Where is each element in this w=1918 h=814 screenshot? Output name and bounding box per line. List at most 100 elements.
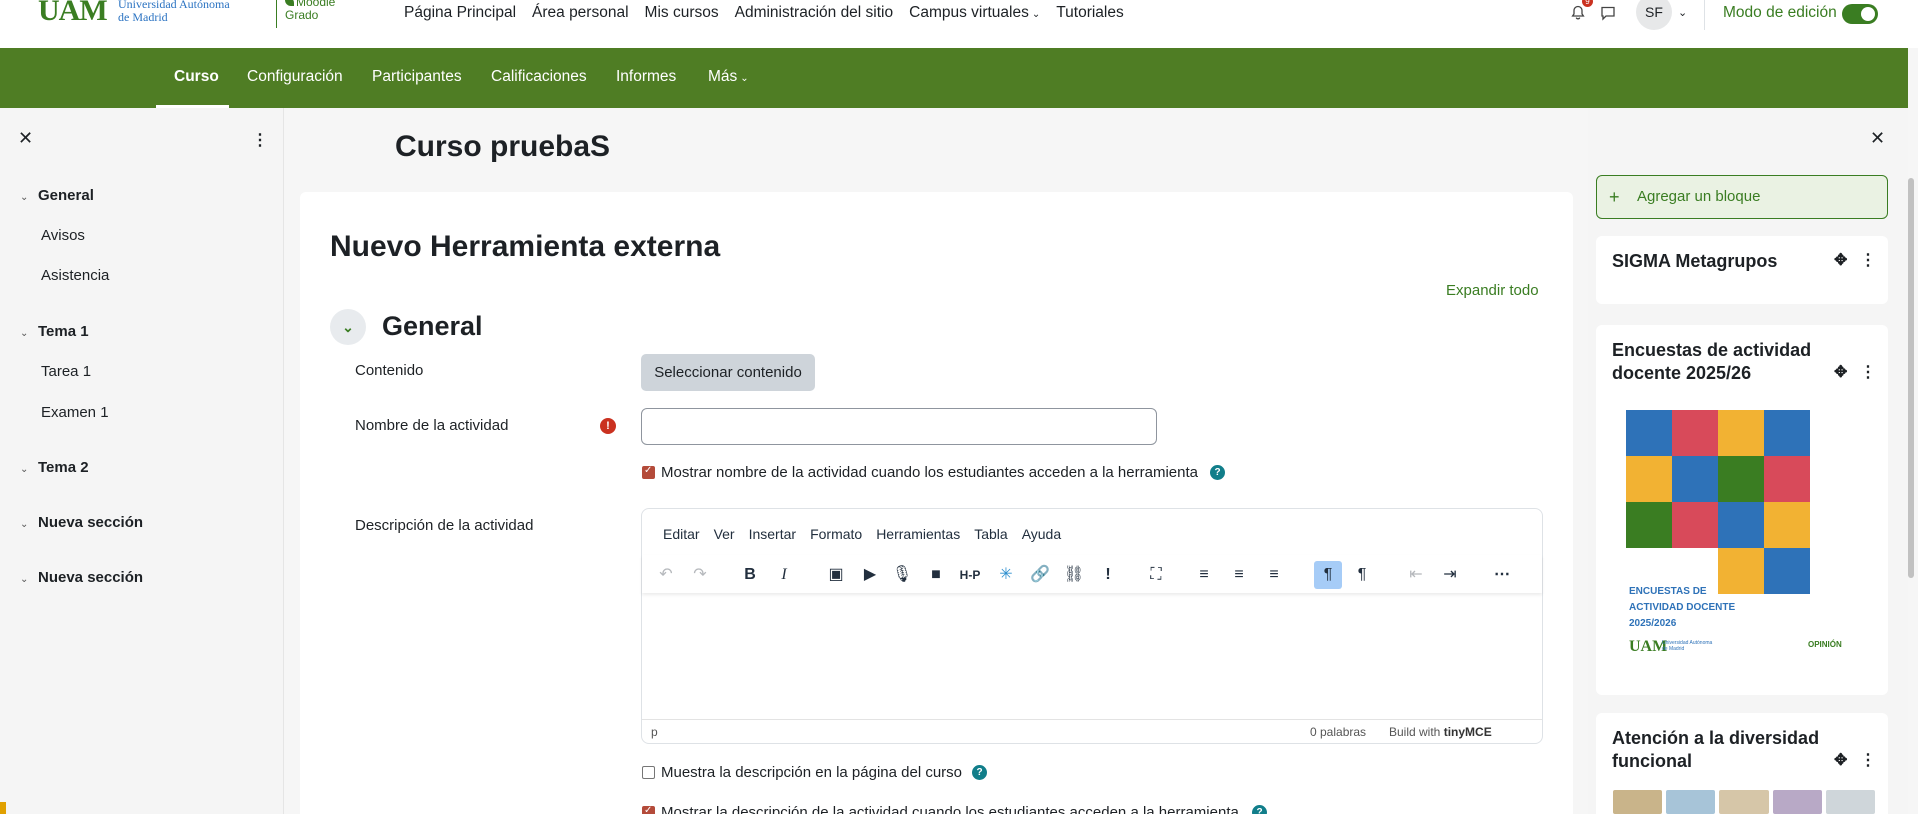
add-block-button[interactable]: + Agregar un bloque: [1596, 175, 1888, 219]
encuestas-poster-image[interactable]: ENCUESTAS DE ACTIVIDAD DOCENTE 2025/2026…: [1626, 410, 1856, 666]
spinner-icon[interactable]: ✳: [992, 561, 1020, 589]
tab-more[interactable]: Más ⌄: [708, 68, 749, 86]
course-index-section[interactable]: ⌄ General: [20, 187, 94, 204]
course-index-section[interactable]: ⌄ Tema 1: [20, 323, 89, 340]
chevron-down-icon[interactable]: ⌄: [20, 328, 32, 339]
uam-logo-text: Universidad Autónoma de Madrid: [118, 0, 230, 24]
chevron-down-icon[interactable]: ⌄: [20, 464, 32, 475]
nav-my-courses[interactable]: Mis cursos: [645, 4, 719, 22]
outdent-icon[interactable]: ⇤: [1402, 561, 1430, 589]
course-index-section[interactable]: ⌄ Nueva sección: [20, 569, 143, 586]
align-right-icon[interactable]: ≡: [1260, 561, 1288, 589]
user-avatar[interactable]: SF: [1636, 0, 1672, 30]
course-index-item[interactable]: Avisos: [41, 227, 85, 244]
menu-edit[interactable]: Editar: [663, 526, 700, 542]
undo-icon[interactable]: ↶: [652, 561, 680, 589]
tile: [1672, 410, 1718, 456]
chat-icon[interactable]: [1600, 5, 1616, 21]
move-icon[interactable]: ✥: [1834, 250, 1847, 270]
section-title: Nueva sección: [38, 569, 144, 586]
fullscreen-icon[interactable]: ⛶: [1142, 561, 1170, 589]
menu-table[interactable]: Tabla: [974, 526, 1007, 542]
element-path[interactable]: p: [651, 725, 658, 739]
chevron-down-icon[interactable]: ⌄: [20, 192, 32, 203]
more-icon[interactable]: ⋯: [1488, 561, 1516, 589]
block-title-line1: Encuestas de actividad: [1612, 340, 1812, 360]
menu-insert[interactable]: Insertar: [749, 526, 796, 542]
chevron-down-icon[interactable]: ⌄: [1678, 6, 1687, 19]
nav-tutorials[interactable]: Tutoriales: [1056, 4, 1123, 22]
show-name-checkbox[interactable]: [642, 465, 655, 479]
align-center-icon[interactable]: ≡: [1225, 561, 1253, 589]
align-left-icon[interactable]: ≡: [1190, 561, 1218, 589]
build-with-label[interactable]: Build with tinyMCE: [1389, 725, 1492, 739]
chevron-down-icon[interactable]: ⌄: [20, 574, 32, 585]
tab-settings[interactable]: Configuración: [247, 68, 343, 86]
photo: [1825, 790, 1876, 814]
menu-tools[interactable]: Herramientas: [876, 526, 960, 542]
ltr-icon[interactable]: ¶: [1314, 561, 1342, 589]
image-icon[interactable]: ▣: [822, 561, 850, 589]
activity-name-input[interactable]: [641, 408, 1157, 445]
italic-icon[interactable]: I: [770, 561, 798, 589]
tile: [1764, 456, 1810, 502]
rtl-icon[interactable]: ¶: [1348, 561, 1376, 589]
move-icon[interactable]: ✥: [1834, 362, 1847, 382]
uam-logo[interactable]: UAM: [38, 0, 108, 28]
menu-format[interactable]: Formato: [810, 526, 862, 542]
course-index-item[interactable]: Asistencia: [41, 267, 109, 284]
tab-participants[interactable]: Participantes: [372, 68, 462, 86]
help-icon[interactable]: ?: [972, 765, 987, 780]
course-index-item[interactable]: Examen 1: [41, 404, 109, 421]
course-index-item[interactable]: Tarea 1: [41, 363, 91, 380]
course-index-section[interactable]: ⌄ Nueva sección: [20, 514, 143, 531]
redo-icon[interactable]: ↷: [686, 561, 714, 589]
bell-icon[interactable]: [1570, 5, 1586, 21]
nav-virtual-campus-label: Campus virtuales: [909, 4, 1029, 21]
expand-all-link[interactable]: Expandir todo: [1446, 282, 1539, 299]
video-camera-icon[interactable]: ■: [922, 561, 950, 589]
bold-icon[interactable]: B: [736, 561, 764, 589]
media-icon[interactable]: ▶: [856, 561, 884, 589]
collapse-section-button[interactable]: ⌄: [330, 309, 366, 345]
unlink-icon[interactable]: ⛓: [1060, 561, 1088, 589]
nav-home[interactable]: Página Principal: [404, 4, 516, 22]
course-index-section[interactable]: ⌄ Tema 2: [20, 459, 89, 476]
block-title-line2: docente 2025/26: [1612, 363, 1752, 383]
show-desc-tool-checkbox[interactable]: [642, 805, 655, 814]
close-icon[interactable]: ✕: [1870, 128, 1885, 149]
scrollbar[interactable]: [1908, 178, 1914, 578]
poster-line-3: 2025/2026: [1629, 618, 1677, 629]
select-content-button[interactable]: Seleccionar contenido: [641, 354, 815, 391]
help-icon[interactable]: ?: [1252, 805, 1267, 814]
nav-dashboard[interactable]: Área personal: [532, 4, 629, 22]
close-icon[interactable]: ✕: [18, 128, 33, 149]
h5p-icon[interactable]: H-P: [956, 561, 984, 589]
indent-icon[interactable]: ⇥: [1436, 561, 1464, 589]
link-icon[interactable]: 🔗: [1026, 561, 1054, 589]
word-count[interactable]: 0 palabras: [1310, 725, 1366, 739]
diversidad-image-strip[interactable]: [1613, 790, 1876, 814]
move-icon[interactable]: ✥: [1834, 750, 1847, 770]
edit-mode-toggle[interactable]: [1842, 4, 1878, 24]
sigma-block: SIGMA Metagrupos ✥ ⋮: [1596, 236, 1888, 304]
tab-reports[interactable]: Informes: [616, 68, 676, 86]
menu-help[interactable]: Ayuda: [1022, 526, 1061, 542]
kebab-menu-icon[interactable]: ⋮: [1860, 250, 1876, 270]
nav-virtual-campus[interactable]: Campus virtuales ⌄: [909, 4, 1040, 22]
exclamation-icon[interactable]: !: [1094, 561, 1122, 589]
kebab-menu-icon[interactable]: ⋮: [252, 130, 268, 150]
show-desc-course-checkbox[interactable]: [642, 766, 655, 779]
primary-navigation: Página Principal Área personal Mis curso…: [404, 4, 1124, 22]
section-title: Nueva sección: [38, 514, 144, 531]
menu-view[interactable]: Ver: [714, 526, 735, 542]
help-icon[interactable]: ?: [1210, 465, 1225, 480]
chevron-down-icon[interactable]: ⌄: [20, 519, 32, 530]
tab-course[interactable]: Curso: [174, 68, 219, 86]
kebab-menu-icon[interactable]: ⋮: [1860, 362, 1876, 382]
divider: [1704, 0, 1705, 30]
tab-grades[interactable]: Calificaciones: [491, 68, 587, 86]
nav-site-admin[interactable]: Administración del sitio: [735, 4, 894, 22]
microphone-icon[interactable]: 🎙: [888, 561, 916, 589]
kebab-menu-icon[interactable]: ⋮: [1860, 750, 1876, 770]
